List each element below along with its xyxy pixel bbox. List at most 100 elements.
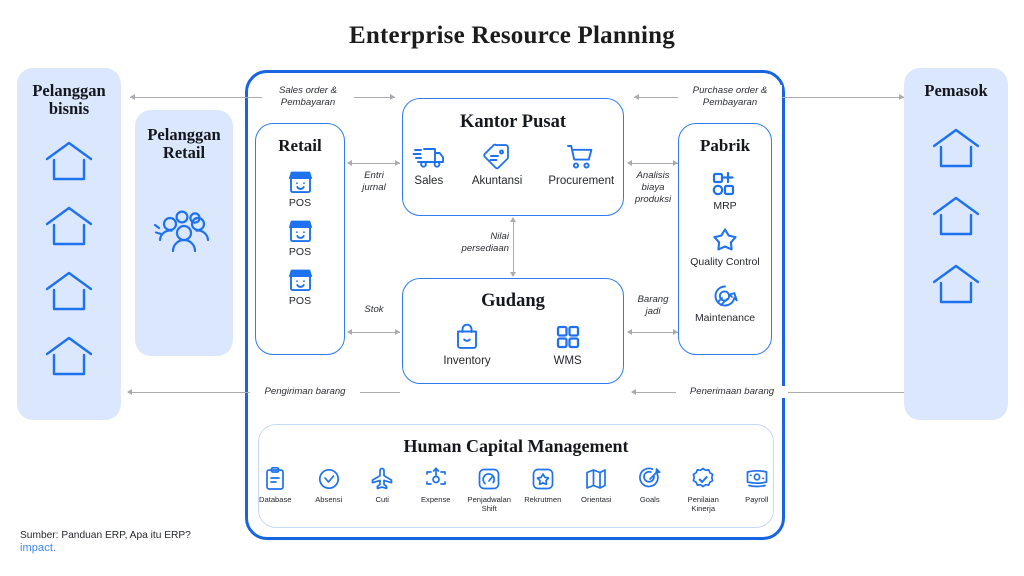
list-item-label: Expense: [420, 495, 451, 504]
list-item-label: Orientasi: [581, 495, 612, 504]
box-factory-title: Pabrik: [699, 136, 751, 155]
money-bill-icon: [745, 466, 769, 492]
nilai-line1: Nilai: [490, 231, 509, 242]
list-item-label: POS: [288, 197, 312, 209]
entri-line1: Entri: [364, 170, 384, 181]
clipboard-icon: [263, 466, 287, 492]
shopping-bag-icon: [452, 322, 482, 351]
list-item[interactable]: Cuti: [366, 466, 398, 504]
list-item[interactable]: Procurement: [548, 143, 614, 189]
map-icon: [584, 466, 608, 492]
star-icon: [710, 226, 740, 254]
shopping-cart-icon: [564, 143, 598, 171]
connector-label-purchase-order: Purchase order & Pembayaran: [678, 85, 782, 109]
list-item[interactable]: WMS: [553, 322, 583, 369]
business-house-list: [17, 139, 121, 378]
page-title: Enterprise Resource Planning: [349, 22, 675, 49]
arrow-down-nilai-persediaan: [509, 272, 516, 277]
box-retail-title: Retail: [278, 136, 322, 155]
list-item-label: Inventory: [443, 355, 491, 367]
box-head-office: Kantor Pusat Sales Akuntansi Procurement: [402, 98, 624, 216]
list-item-label: WMS: [553, 355, 582, 367]
list-item[interactable]: POS: [287, 218, 314, 258]
house-icon: [930, 262, 982, 306]
box-warehouse-title: Gudang: [481, 291, 545, 311]
sales-order-line1: Sales order &: [278, 85, 338, 96]
box-retail: Retail POS POS POS: [255, 123, 345, 355]
list-item[interactable]: Rekrutmen: [524, 466, 562, 504]
list-item-label: MRP: [713, 200, 737, 212]
arrow-left-barang-jadi: [627, 328, 632, 335]
delivery-truck-icon: [412, 143, 446, 171]
house-icon: [930, 194, 982, 238]
hcm-item-list: Database Absensi Cuti Expense Penjadwala…: [259, 466, 773, 514]
list-item[interactable]: POS: [287, 169, 314, 209]
price-tag-icon: [480, 143, 514, 171]
list-item-label: Absensi: [315, 495, 343, 504]
list-item-label: Penjadwalan Shift: [467, 495, 512, 514]
sales-order-line2: Pembayaran: [280, 96, 336, 108]
box-factory: Pabrik MRP Quality Control Maintenance: [678, 123, 772, 355]
connector-label-penerimaan: Penerimaan barang: [676, 386, 788, 398]
list-item-label: Database: [259, 495, 292, 504]
list-item[interactable]: Expense: [420, 466, 452, 504]
box-hcm-title: Human Capital Management: [403, 436, 629, 456]
connector-label-pengiriman: Pengiriman barang: [250, 386, 360, 398]
list-item-label: Akuntansi: [471, 175, 523, 187]
airplane-icon: [370, 466, 394, 492]
panel-suppliers: Pemasok: [904, 68, 1008, 420]
barang-line2: jadi: [645, 305, 661, 317]
list-item[interactable]: POS: [287, 267, 314, 307]
list-item-label: Goals: [639, 495, 660, 504]
barang-line1: Barang: [637, 294, 669, 305]
list-item[interactable]: Sales: [412, 143, 446, 189]
list-item[interactable]: Quality Control: [690, 226, 760, 268]
list-item[interactable]: Akuntansi: [471, 143, 523, 189]
clock-check-icon: [317, 466, 341, 492]
footer: Sumber: Panduan ERP, Apa itu ERP? impact…: [20, 530, 191, 554]
analisis-line1: Analisis: [636, 170, 670, 181]
arrow-left-penerimaan: [631, 388, 636, 395]
list-item[interactable]: MRP: [710, 170, 740, 212]
footer-brand: impact.: [20, 542, 57, 554]
list-item[interactable]: Database: [259, 466, 292, 504]
list-item-label: Sales: [414, 175, 444, 187]
panel-business-customers-title: Pelanggan bisnis Pelangganbisnis: [32, 81, 106, 119]
list-item[interactable]: Absensi: [313, 466, 345, 504]
storefront-icon: [287, 267, 314, 293]
list-item[interactable]: Goals: [634, 466, 666, 504]
list-item[interactable]: Inventory: [443, 322, 491, 369]
list-item[interactable]: Orientasi: [580, 466, 612, 504]
panel-retail-customers: Pelanggan Retail PelangganRetail: [135, 110, 233, 356]
connector-label-stok: Stok: [352, 304, 396, 316]
arrow-left-stok: [347, 328, 352, 335]
crowd-people-icon: [135, 203, 233, 255]
list-item-label: Payroll: [745, 495, 769, 504]
list-item[interactable]: Payroll: [741, 466, 773, 504]
list-item[interactable]: Penilaian Kinerja: [687, 466, 719, 514]
speedometer-icon: [477, 466, 501, 492]
arrow-right-purchase-order: [899, 93, 904, 100]
supplier-house-list: [904, 126, 1008, 306]
list-item-label: POS: [288, 295, 312, 307]
retail-pos-list: POS POS POS: [256, 169, 344, 307]
star-badge-icon: [531, 466, 555, 492]
footer-source: Sumber: Panduan ERP, Apa itu ERP?: [20, 530, 191, 541]
connector-label-sales-order: Sales order & Pembayaran: [262, 85, 354, 109]
storefront-icon: [287, 218, 314, 244]
connector-analisis-biaya-line: [628, 163, 678, 164]
list-item[interactable]: Maintenance: [695, 282, 755, 324]
list-item-label: Cuti: [375, 495, 389, 504]
arrow-left-sales-order: [130, 93, 135, 100]
house-icon: [43, 204, 95, 248]
arrow-left-pengiriman: [127, 388, 132, 395]
list-item-label: Rekrutmen: [524, 495, 562, 504]
analisis-line3: produksi: [634, 193, 672, 205]
house-icon: [43, 269, 95, 313]
box-human-capital-management: Human Capital Management Database Absens…: [258, 424, 774, 528]
purchase-order-line1: Purchase order &: [692, 85, 768, 96]
box-head-office-title: Kantor Pusat: [459, 112, 567, 132]
list-item[interactable]: Penjadwalan Shift: [468, 466, 511, 514]
erp-diagram: Enterprise Resource Planning Pelanggan b…: [0, 0, 1024, 576]
purchase-order-line2: Pembayaran: [702, 96, 758, 108]
